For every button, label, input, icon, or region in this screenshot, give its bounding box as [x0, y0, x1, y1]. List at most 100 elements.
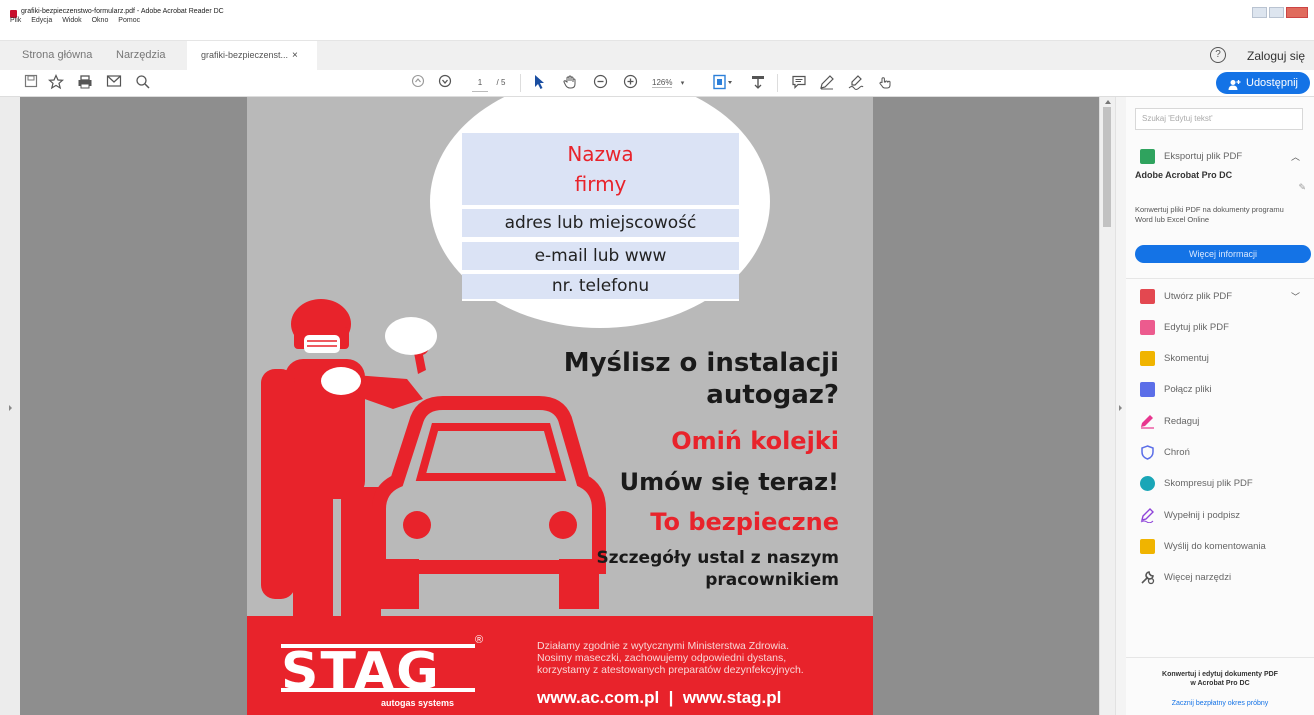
- toolbar-separator: [777, 74, 778, 92]
- highlight-pen-icon[interactable]: [818, 74, 836, 92]
- sign-icon[interactable]: [847, 74, 865, 92]
- left-panel-toggle[interactable]: [0, 97, 20, 715]
- zoom-value: 126%: [652, 78, 673, 88]
- email-icon[interactable]: [105, 74, 123, 92]
- scroll-mode-icon[interactable]: [749, 74, 767, 92]
- tool-label: Więcej narzędzi: [1164, 572, 1232, 583]
- divider: [1126, 657, 1314, 658]
- window-title: grafiki-bezpieczenstwo-formularz.pdf - A…: [21, 8, 224, 15]
- export-pdf-icon: [1140, 149, 1155, 164]
- print-icon[interactable]: [76, 74, 94, 92]
- safe-text: To bezpieczne: [650, 508, 839, 536]
- comment-tool-icon: [1140, 351, 1155, 366]
- form-field-email[interactable]: e-mail lub www: [462, 242, 739, 272]
- form-field-phone[interactable]: nr. telefonu: [462, 274, 739, 301]
- tool-label: Wyślij do komentowania: [1164, 541, 1266, 552]
- minimize-button[interactable]: [1252, 7, 1267, 18]
- headline-question: Myślisz o instalacji autogaz?: [499, 347, 839, 411]
- pin-icon[interactable]: ✎: [1298, 182, 1306, 193]
- company-name-line2: firmy: [574, 172, 627, 196]
- vertical-scrollbar[interactable]: [1099, 97, 1115, 715]
- tool-label: Chroń: [1164, 447, 1190, 458]
- close-window-button[interactable]: [1286, 7, 1308, 18]
- menu-help[interactable]: Pomoc: [118, 17, 140, 24]
- tab-document-label: grafiki-bezpieczenst...: [201, 50, 289, 60]
- stag-logo-subtitle: autogas systems: [381, 698, 455, 708]
- right-panel-toggle[interactable]: [1115, 97, 1126, 715]
- stag-logo: STAG ® autogas systems: [281, 634, 483, 710]
- form-field-company-name[interactable]: Nazwa firmy: [462, 133, 739, 207]
- pro-promo-line1: Konwertuj i edytuj dokumenty PDF: [1162, 671, 1278, 678]
- window-controls: [1252, 7, 1308, 18]
- tool-label: Połącz pliki: [1164, 384, 1212, 395]
- title-bar: grafiki-bezpieczenstwo-formularz.pdf - A…: [0, 0, 1314, 27]
- tab-document[interactable]: grafiki-bezpieczenst... ×: [187, 41, 317, 71]
- free-trial-link[interactable]: Zacznij bezpłatny okres próbny: [1126, 700, 1314, 707]
- tab-tools[interactable]: Narzędzia: [116, 41, 166, 71]
- comment-icon[interactable]: [790, 74, 808, 92]
- tool-label: Edytuj plik PDF: [1164, 322, 1229, 333]
- tool-item-create-pdf[interactable]: Utwórz plik PDF ﹀: [1140, 288, 1310, 306]
- toolbar: 1 / 5 126% ▾ Udostępnij: [0, 70, 1314, 97]
- registered-mark: ®: [475, 634, 484, 646]
- page-number-input[interactable]: 1: [472, 74, 488, 92]
- hand-tool-icon[interactable]: [562, 74, 580, 92]
- next-page-icon[interactable]: [436, 74, 454, 92]
- footer-note: Działamy zgodnie z wytycznymi Ministerst…: [537, 640, 857, 676]
- book-now-text: Umów się teraz!: [619, 468, 839, 496]
- share-button-label: Udostępnij: [1246, 77, 1298, 89]
- footer-note-line2: Nosimy maseczki, zachowujemy odpowiedni …: [537, 652, 787, 664]
- company-name-line1: Nazwa: [567, 142, 634, 166]
- menu-window[interactable]: Okno: [92, 17, 109, 24]
- footer-note-line1: Działamy zgodnie z wytycznymi Ministerst…: [537, 640, 790, 652]
- thought-bubble-tiny: [321, 367, 361, 395]
- save-icon[interactable]: [22, 74, 40, 92]
- create-pdf-icon: [1140, 289, 1155, 304]
- promo-title: Adobe Acrobat Pro DC: [1135, 170, 1233, 180]
- stag-logo-word: STAG: [281, 644, 475, 698]
- details-line1: Szczegóły ustal z naszym: [596, 548, 839, 568]
- redact-icon: [1140, 414, 1155, 429]
- menu-file[interactable]: Plik: [10, 17, 21, 24]
- select-cursor-icon[interactable]: [531, 74, 547, 92]
- chevron-down-icon[interactable]: ﹀: [1291, 288, 1300, 306]
- tab-home[interactable]: Strona główna: [22, 41, 92, 71]
- tools-search-input[interactable]: Szukaj 'Edytuj tekst': [1135, 108, 1303, 130]
- export-pdf-label: Eksportuj plik PDF: [1164, 151, 1243, 162]
- send-for-comments-icon: [1140, 539, 1155, 554]
- wrench-icon: [1140, 570, 1155, 585]
- scroll-up-icon[interactable]: [1105, 100, 1111, 104]
- pdf-page: Nazwa firmy adres lub miejscowość e-mail…: [247, 97, 873, 715]
- form-field-address[interactable]: adres lub miejscowość: [462, 209, 739, 239]
- footer-note-line3: korzystamy z atestowanych preparatów dez…: [537, 664, 804, 676]
- add-user-icon: [1228, 77, 1241, 90]
- divider: [1126, 278, 1314, 279]
- headline-line1: Myślisz o instalacji: [563, 348, 839, 378]
- touch-tool-icon[interactable]: [876, 74, 894, 92]
- edit-pdf-icon: [1140, 320, 1155, 335]
- menu-edit[interactable]: Edycja: [31, 17, 52, 24]
- tool-label: Wypełnij i podpisz: [1164, 510, 1240, 521]
- scrollbar-thumb[interactable]: [1103, 107, 1111, 227]
- page-total: / 5: [496, 78, 506, 87]
- fit-page-icon[interactable]: [710, 74, 736, 92]
- more-info-button[interactable]: Więcej informacji: [1135, 245, 1311, 263]
- login-link[interactable]: Zaloguj się: [1247, 49, 1305, 63]
- skip-queue-text: Omiń kolejki: [671, 427, 839, 455]
- menu-view[interactable]: Widok: [62, 17, 81, 24]
- help-icon[interactable]: ?: [1210, 47, 1226, 63]
- zoom-in-icon[interactable]: [621, 74, 639, 92]
- share-button[interactable]: Udostępnij: [1216, 72, 1310, 94]
- prev-page-icon[interactable]: [409, 74, 427, 92]
- zoom-select[interactable]: 126% ▾: [652, 74, 696, 92]
- fill-sign-icon: [1140, 508, 1155, 524]
- search-icon[interactable]: [134, 74, 152, 92]
- close-tab-icon[interactable]: ×: [292, 50, 298, 61]
- tool-label: Skomentuj: [1164, 353, 1209, 364]
- export-pdf-item[interactable]: Eksportuj plik PDF ︿: [1140, 148, 1310, 166]
- chevron-up-icon[interactable]: ︿: [1291, 148, 1300, 166]
- star-icon[interactable]: [47, 74, 65, 92]
- zoom-out-icon[interactable]: [591, 74, 609, 92]
- footer-urls: www.ac.com.pl | www.stag.pl: [537, 688, 782, 707]
- maximize-button[interactable]: [1269, 7, 1284, 18]
